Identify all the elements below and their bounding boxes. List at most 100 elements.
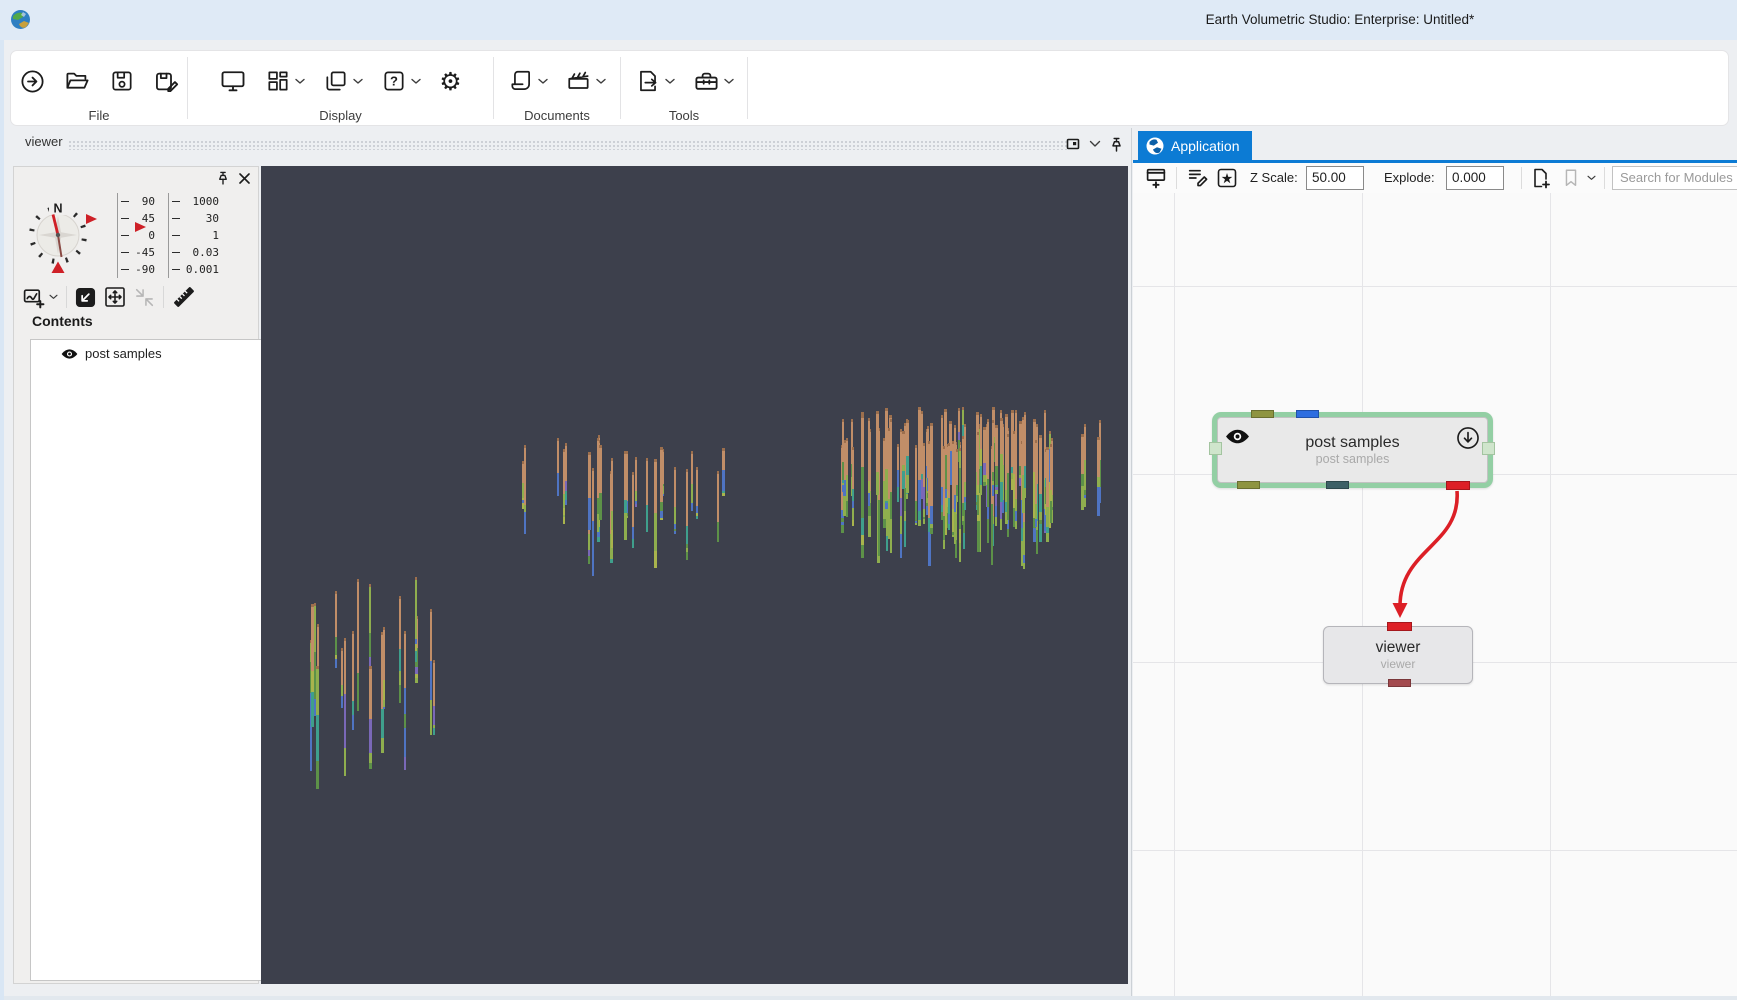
chevron-down-icon	[538, 78, 548, 85]
scale-marker[interactable]	[135, 222, 146, 232]
download-circle-icon[interactable]	[1456, 426, 1480, 450]
favorites-button[interactable]: ★	[1216, 166, 1238, 190]
viewport-3d[interactable]	[261, 166, 1128, 984]
window-title: Earth Volumetric Studio: Enterprise: Unt…	[1080, 0, 1600, 40]
module-search-input[interactable]	[1612, 166, 1737, 190]
sample-post	[646, 458, 648, 532]
save-as-icon	[153, 68, 180, 95]
add-file-button[interactable]	[1530, 166, 1552, 190]
sample-post	[599, 445, 602, 521]
sample-post	[1007, 434, 1009, 521]
azimuth-slider[interactable]: 90450-45-90	[117, 193, 155, 278]
contents-item-post-samples[interactable]: post samples	[31, 340, 267, 365]
settings-button[interactable]: ⚙	[432, 69, 468, 94]
add-module-button[interactable]	[1145, 166, 1168, 190]
dashboard-icon	[265, 68, 291, 94]
visibility-eye-icon[interactable]	[1225, 428, 1250, 445]
add-viewport-button[interactable]	[22, 286, 58, 309]
close-icon[interactable]	[239, 173, 250, 184]
tab-application[interactable]: Application	[1138, 131, 1252, 160]
export-document-button[interactable]	[628, 68, 682, 94]
sample-post	[1084, 424, 1086, 507]
sample-post	[592, 468, 594, 576]
cascade-windows-button[interactable]	[316, 68, 370, 94]
toolbar-separator	[1604, 167, 1605, 189]
output-port-connected[interactable]	[1446, 481, 1470, 490]
run-button[interactable]	[12, 68, 53, 95]
open-project-button[interactable]	[57, 68, 98, 95]
scale-slider[interactable]: 10003010.030.001	[168, 193, 219, 278]
sample-post	[352, 631, 354, 729]
sample-post	[992, 420, 994, 496]
sample-post	[964, 424, 966, 510]
bookmark-icon	[1561, 168, 1581, 188]
pan-mode-button[interactable]	[104, 286, 126, 308]
sample-post	[861, 415, 864, 545]
save-button[interactable]	[102, 68, 142, 94]
node-subtitle: post samples	[1316, 452, 1390, 467]
visibility-eye-icon[interactable]	[61, 348, 78, 360]
viewer-pane-title: viewer	[25, 134, 63, 149]
node-resize-handle[interactable]	[1209, 442, 1222, 455]
float-window-icon[interactable]	[1066, 137, 1080, 151]
pane-splitter[interactable]	[1131, 128, 1132, 996]
help-button[interactable]: ?	[374, 68, 428, 94]
sample-post	[846, 438, 848, 517]
output-port[interactable]	[1388, 679, 1411, 687]
input-port[interactable]	[1296, 410, 1319, 418]
toolbox-button[interactable]	[686, 68, 741, 95]
sample-post	[563, 449, 565, 515]
pin-icon[interactable]	[1110, 137, 1123, 152]
measure-ruler-button[interactable]	[172, 285, 196, 309]
save-as-button[interactable]	[146, 68, 187, 95]
sample-post	[1081, 434, 1084, 511]
output-port[interactable]	[1237, 481, 1260, 489]
chevron-down-icon	[411, 78, 421, 85]
monitor-button[interactable]	[212, 67, 254, 95]
sample-post	[962, 436, 964, 525]
toolbar-separator	[1521, 167, 1522, 189]
sample-post	[944, 409, 947, 498]
sample-post	[430, 609, 432, 735]
sample-post	[876, 411, 879, 496]
azimuth-marker[interactable]	[86, 214, 97, 224]
chevron-down-icon[interactable]	[1089, 140, 1101, 148]
node-title: post samples	[1305, 433, 1399, 452]
z-scale-input[interactable]	[1306, 166, 1364, 190]
sample-post	[842, 419, 844, 492]
journal-button[interactable]	[501, 68, 555, 94]
slider-tick: -45	[121, 244, 155, 261]
dashboard-button[interactable]	[258, 68, 312, 94]
sample-post	[1097, 437, 1100, 516]
run-icon	[19, 68, 46, 95]
module-network-canvas[interactable]: post samples post samples viewer viewer	[1133, 193, 1737, 1000]
node-post-samples[interactable]: post samples post samples	[1212, 412, 1493, 488]
input-port-connected[interactable]	[1387, 622, 1412, 631]
pane-drag-texture[interactable]	[68, 140, 1068, 150]
animation-button[interactable]	[559, 68, 613, 94]
connection-wire[interactable]	[1400, 491, 1457, 606]
sample-post	[686, 469, 688, 560]
sample-post	[357, 579, 359, 711]
node-subtitle: viewer	[1381, 657, 1416, 672]
fit-to-view-button[interactable]	[75, 287, 96, 308]
input-port[interactable]	[1251, 410, 1274, 418]
ribbon-group-label: Display	[319, 107, 362, 125]
output-port[interactable]	[1326, 481, 1349, 489]
contents-list[interactable]: post samples	[30, 339, 268, 981]
collapse-button	[134, 287, 155, 308]
node-viewer[interactable]: viewer viewer	[1323, 626, 1473, 684]
compass-widget[interactable]: N	[20, 195, 96, 277]
sample-post	[415, 577, 417, 663]
save-icon	[109, 68, 135, 94]
node-resize-handle[interactable]	[1482, 442, 1495, 455]
sample-post	[1024, 412, 1026, 498]
bookmark-button[interactable]	[1561, 166, 1596, 190]
pin-icon[interactable]	[217, 171, 229, 185]
nav-panel-topbar	[14, 167, 258, 191]
sample-post	[662, 449, 664, 496]
slider-tick: -90	[121, 261, 155, 278]
explode-input[interactable]	[1446, 166, 1504, 190]
sample-post	[369, 666, 372, 768]
edit-notes-button[interactable]	[1186, 166, 1209, 190]
